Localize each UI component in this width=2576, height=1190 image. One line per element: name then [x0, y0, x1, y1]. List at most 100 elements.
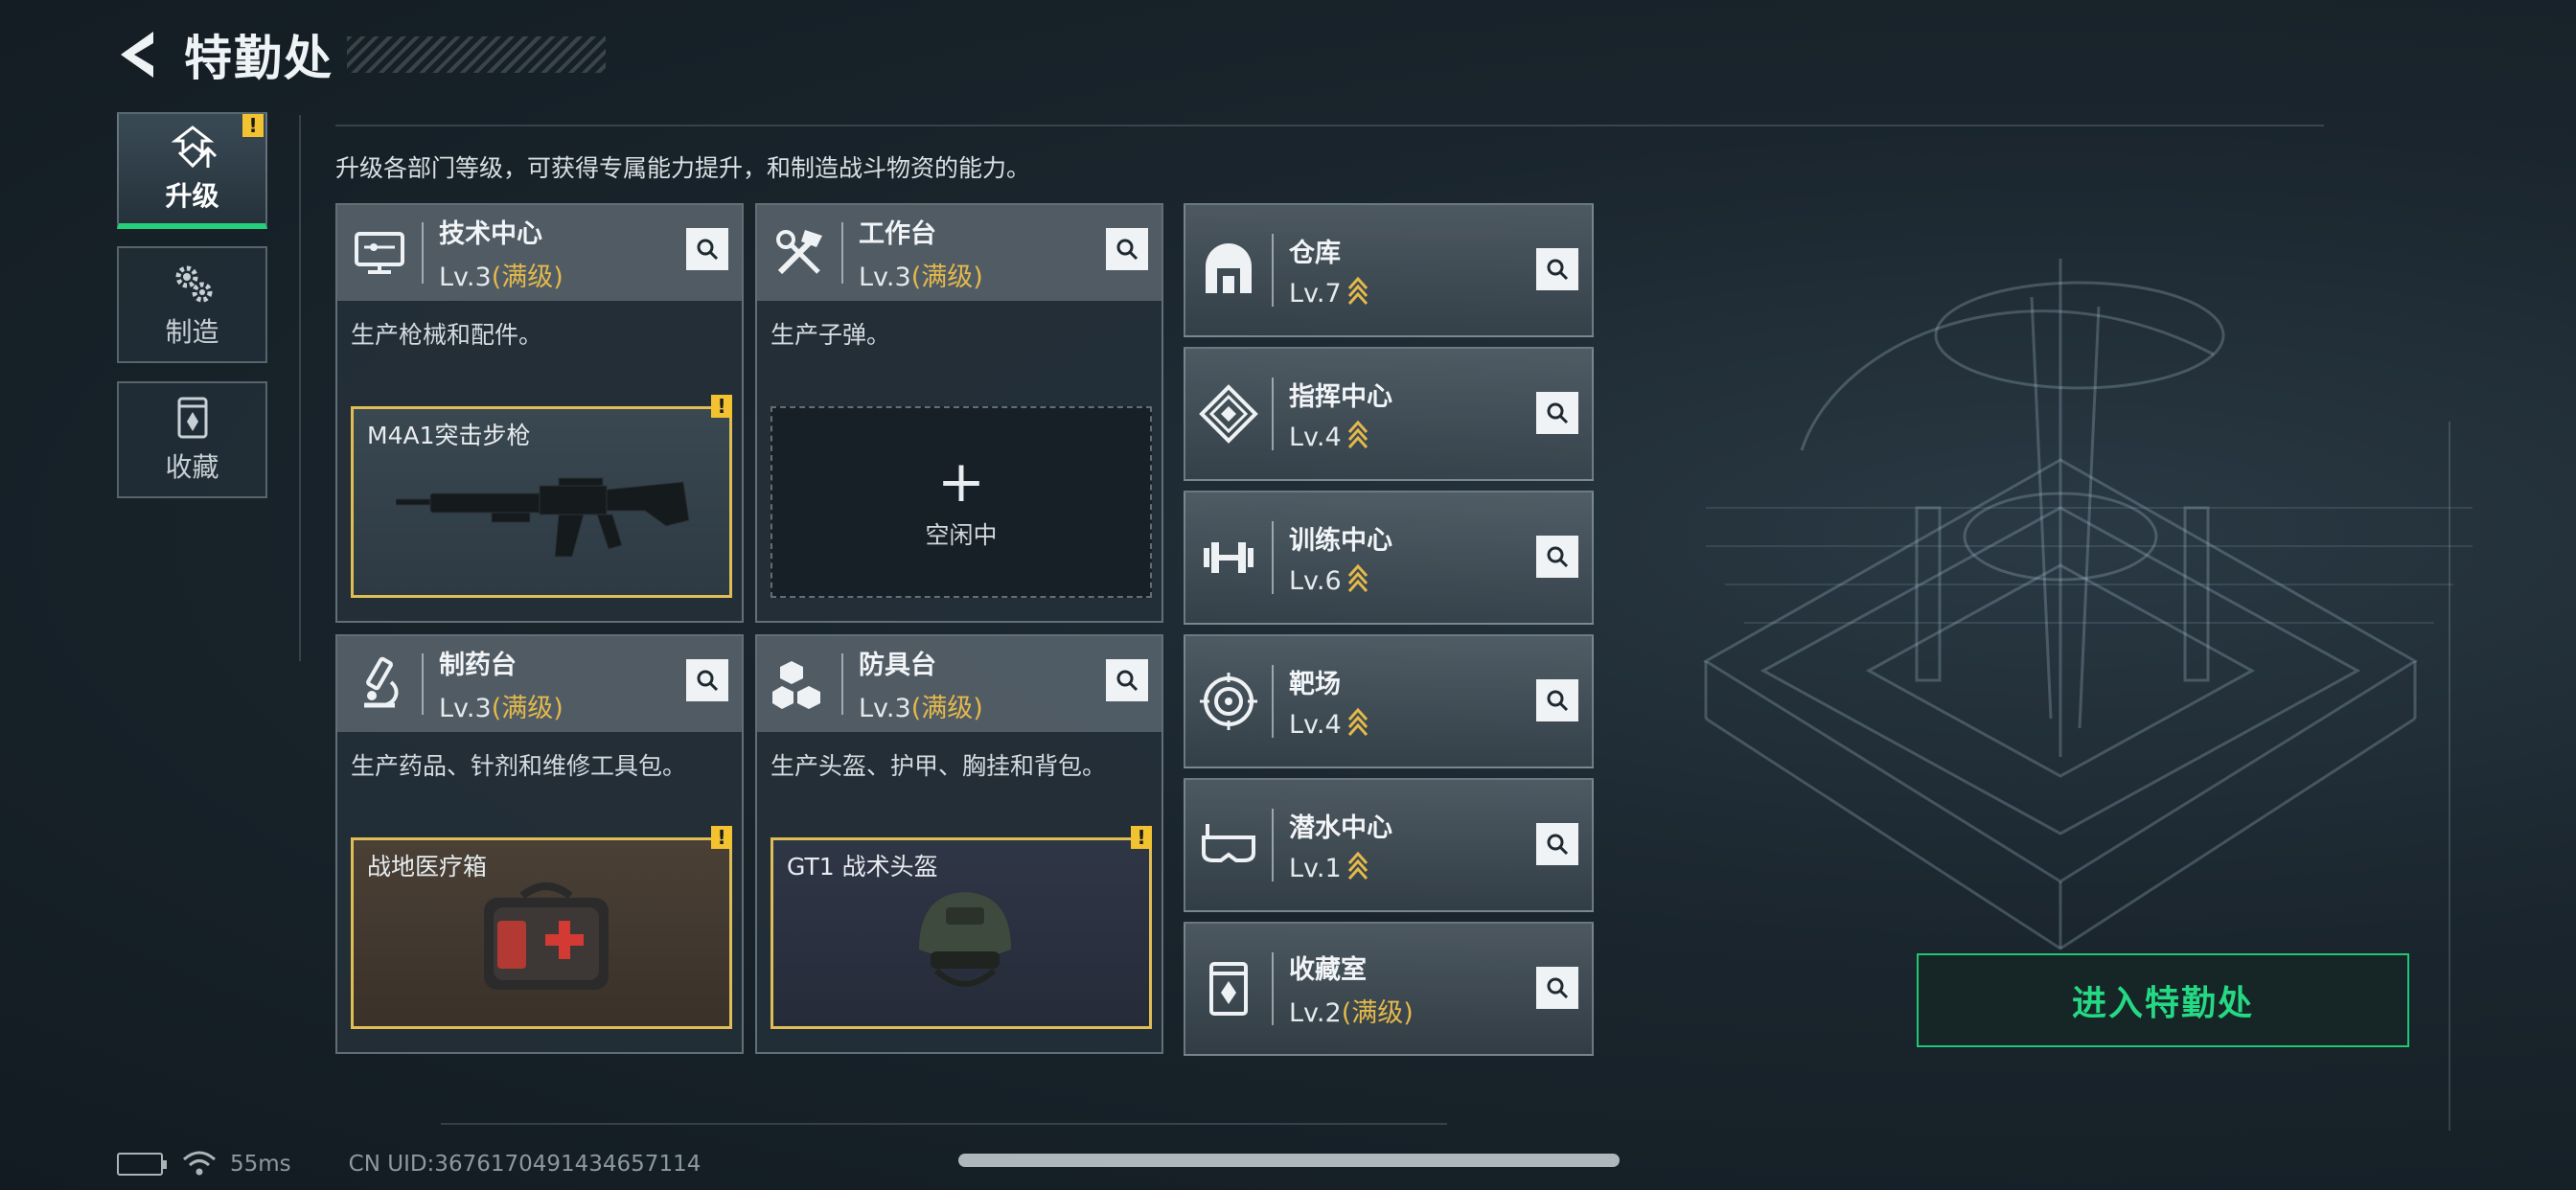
facility-diving-center[interactable]: 潜水中心 Lv.1 — [1184, 778, 1594, 912]
card-info: 技术中心 Lv.3(满级) — [439, 213, 564, 293]
target-icon — [1185, 634, 1272, 768]
rifle-image — [396, 477, 690, 558]
magnifier-icon — [1547, 690, 1569, 712]
inspect-button[interactable] — [1536, 248, 1578, 290]
magnifier-icon — [1547, 259, 1569, 281]
facility-name: 工作台 — [859, 219, 936, 249]
uid-text: CN UID:3676170491434657114 — [348, 1152, 702, 1177]
card-pharmacy[interactable]: 制药台 Lv.3(满级) 生产药品、针剂和维修工具包。 战地医疗箱 ! — [335, 634, 744, 1054]
production-slot[interactable]: GT1 战术头盔 ! — [770, 826, 1152, 1029]
nav-label: 收藏 — [165, 451, 219, 483]
magnifier-icon — [1547, 977, 1569, 999]
level-text: Lv.3 — [859, 263, 911, 292]
level-row: Lv.3(满级) — [859, 256, 983, 293]
card-info: 工作台 Lv.3(满级) — [859, 213, 983, 293]
level-row: Lv.1 — [1289, 850, 1392, 883]
header-divider — [422, 653, 424, 715]
medkit-image — [484, 882, 609, 990]
card-info: 防具台 Lv.3(满级) — [859, 644, 983, 724]
facility-name: 制药台 — [439, 651, 517, 680]
level-row: Lv.4 — [1289, 706, 1368, 740]
card-header: 技术中心 Lv.3(满级) — [337, 205, 742, 301]
facility-name: 靶场 — [1289, 670, 1341, 699]
magnifier-icon — [697, 239, 719, 261]
nav-tab-upgrade[interactable]: 升级 ! — [117, 112, 267, 229]
header-divider — [1272, 952, 1274, 1025]
facility-warehouse[interactable]: 仓库 Lv.7 — [1184, 203, 1594, 337]
upgrade-available-icon — [1347, 420, 1368, 449]
inspect-button[interactable] — [1106, 228, 1148, 270]
inspect-button[interactable] — [1106, 659, 1148, 701]
level-text: Lv.1 — [1289, 854, 1342, 883]
inspect-button[interactable] — [1536, 392, 1578, 434]
inspect-button[interactable] — [686, 659, 728, 701]
back-arrow-icon[interactable] — [115, 26, 163, 83]
level-text: Lv.3 — [439, 694, 492, 723]
card-armor-bench[interactable]: 防具台 Lv.3(满级) 生产头盔、护甲、胸挂和背包。 GT1 战术头盔 ! — [755, 634, 1163, 1054]
level-row: Lv.6 — [1289, 562, 1392, 596]
inspect-button[interactable] — [686, 228, 728, 270]
level-row: Lv.4 — [1289, 419, 1392, 452]
helmet-image — [919, 892, 1011, 987]
header-divider — [422, 222, 424, 284]
upgrade-available-icon — [1347, 276, 1368, 306]
home-indicator[interactable] — [958, 1154, 1620, 1167]
plus-icon: + — [936, 448, 986, 515]
inspect-button[interactable] — [1536, 967, 1578, 1009]
facility-name: 技术中心 — [439, 219, 542, 249]
inspect-button[interactable] — [1536, 823, 1578, 865]
max-level-tag: (满级) — [910, 263, 983, 292]
level-text: Lv.7 — [1289, 279, 1342, 309]
facility-collection-room[interactable]: 收藏室 Lv.2(满级) — [1184, 922, 1594, 1056]
page-header: 特勤处 — [115, 21, 606, 88]
header-divider — [841, 222, 843, 284]
empty-production-slot[interactable]: + 空闲中 — [770, 406, 1152, 598]
product-name: GT1 战术头盔 — [787, 853, 938, 881]
card-tech-center[interactable]: 技术中心 Lv.3(满级) 生产枪械和配件。 M4A1突击步枪 ! — [335, 203, 744, 623]
level-text: Lv.4 — [1289, 423, 1342, 452]
upgrade-icon — [171, 126, 217, 169]
divider-line — [335, 125, 2324, 126]
title-decoration — [347, 36, 606, 73]
dumbbell-icon — [1185, 491, 1272, 625]
facility-shooting-range[interactable]: 靶场 Lv.4 — [1184, 634, 1594, 768]
level-row: Lv.3(满级) — [439, 687, 564, 724]
facility-training-center[interactable]: 训练中心 Lv.6 — [1184, 491, 1594, 625]
upgrade-available-icon — [1347, 707, 1368, 737]
header-divider — [841, 653, 843, 715]
max-level-tag: (满级) — [1341, 998, 1414, 1028]
level-text: Lv.3 — [439, 263, 492, 292]
nav-label: 制造 — [165, 316, 219, 348]
inspect-button[interactable] — [1536, 536, 1578, 578]
card-workbench[interactable]: 工作台 Lv.3(满级) 生产子弹。 + 空闲中 — [755, 203, 1163, 623]
left-frame-line — [299, 115, 301, 661]
monitor-icon — [337, 205, 422, 301]
collection-cabinet-icon — [177, 397, 207, 439]
bottom-frame-line — [441, 1123, 1447, 1125]
gears-icon — [175, 265, 212, 303]
max-level-tag: (满级) — [910, 694, 983, 723]
card-info: 制药台 Lv.3(满级) — [439, 644, 564, 724]
max-level-tag: (满级) — [491, 263, 564, 292]
level-text: Lv.6 — [1289, 566, 1342, 596]
facility-name: 训练中心 — [1289, 526, 1392, 556]
nav-tab-collect[interactable]: 收藏 — [117, 381, 267, 498]
production-slot[interactable]: 战地医疗箱 ! — [351, 826, 732, 1029]
alert-badge: ! — [711, 826, 732, 849]
nav-tab-craft[interactable]: 制造 — [117, 246, 267, 363]
card-header: 制药台 Lv.3(满级) — [337, 636, 742, 732]
command-emblem-icon — [1185, 347, 1272, 481]
card-info: 指挥中心 Lv.4 — [1289, 376, 1392, 452]
magnifier-icon — [1116, 670, 1138, 692]
facility-name: 仓库 — [1289, 239, 1341, 268]
level-text: Lv.2 — [1289, 998, 1342, 1028]
level-row: Lv.7 — [1289, 275, 1368, 309]
enter-special-ops-button[interactable]: 进入特勤处 — [1917, 953, 2409, 1047]
inspect-button[interactable] — [1536, 679, 1578, 721]
ping-text: 55ms — [230, 1152, 291, 1177]
production-slot[interactable]: M4A1突击步枪 ! — [351, 395, 732, 598]
alert-badge: ! — [711, 395, 732, 418]
tools-icon — [757, 205, 841, 301]
facility-description: 生产枪械和配件。 — [351, 321, 543, 349]
facility-command-center[interactable]: 指挥中心 Lv.4 — [1184, 347, 1594, 481]
